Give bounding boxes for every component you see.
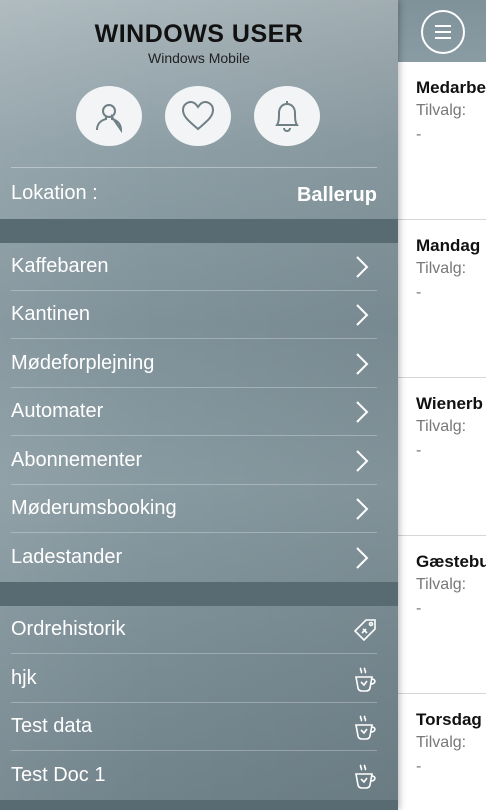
hamburger-menu-button[interactable]	[421, 10, 465, 54]
card-title: Wienerb	[416, 394, 483, 413]
menu-item-moderumsbooking[interactable]: Møderumsbooking	[0, 485, 398, 533]
menu-item-label: Kaffebaren	[11, 255, 109, 277]
card-value: -	[416, 126, 422, 143]
menu-item-automater[interactable]: Automater	[0, 388, 398, 436]
profile-subtitle: Windows Mobile	[148, 50, 250, 66]
coffee-cup-icon	[355, 667, 376, 692]
section-separator	[0, 800, 398, 810]
menu-item-label: hjk	[11, 667, 37, 689]
user-icon	[96, 104, 123, 133]
menu-item-label: Mødeforplejning	[11, 352, 155, 374]
coffee-cup-icon	[355, 764, 376, 789]
menu-item-label: Abonnementer	[11, 449, 143, 471]
menu-item-label: Kantinen	[11, 303, 90, 325]
section-separator	[0, 219, 398, 243]
menu-item-hjk[interactable]: hjk	[0, 655, 398, 703]
menu-item-abonnementer[interactable]: Abonnementer	[0, 437, 398, 485]
location-label: Lokation :	[11, 182, 98, 204]
product-card[interactable]: Torsdag Tilvalg: -	[398, 694, 486, 810]
menu-item-label: Automater	[11, 400, 104, 422]
menu-item-ladestander[interactable]: Ladestander	[0, 534, 398, 582]
chevron-right-icon	[356, 256, 369, 278]
section-separator	[0, 582, 398, 606]
divider	[11, 167, 377, 168]
card-value: -	[416, 284, 422, 301]
card-value: -	[416, 600, 422, 617]
hamburger-line	[435, 37, 451, 39]
card-subtitle: Tilvalg:	[416, 260, 467, 277]
menu-item-label: Møderumsbooking	[11, 497, 177, 519]
divider	[11, 338, 377, 339]
price-tag-icon	[353, 619, 376, 642]
card-value: -	[416, 758, 422, 775]
card-subtitle: Tilvalg:	[416, 734, 467, 751]
menu-item-label: Ordrehistorik	[11, 618, 126, 640]
favorites-button[interactable]	[165, 86, 231, 146]
menu-item-label: Ladestander	[11, 546, 123, 568]
card-subtitle: Tilvalg:	[416, 576, 467, 593]
chevron-right-icon	[356, 450, 369, 472]
navigation-drawer: WINDOWS USER Windows Mobile Lokation : B…	[0, 0, 398, 810]
menu-item-test-data[interactable]: Test data	[0, 703, 398, 751]
card-subtitle: Tilvalg:	[416, 418, 467, 435]
chevron-right-icon	[356, 304, 369, 326]
divider	[11, 532, 377, 533]
chevron-right-icon	[356, 498, 369, 520]
menu-item-kantinen[interactable]: Kantinen	[0, 291, 398, 339]
menu-item-test-doc-1[interactable]: Test Doc 1	[0, 752, 398, 800]
bell-icon	[275, 101, 299, 133]
menu-item-label: Test Doc 1	[11, 764, 106, 786]
divider	[11, 435, 377, 436]
chevron-right-icon	[356, 353, 369, 375]
profile-button[interactable]	[76, 86, 142, 146]
hamburger-line	[435, 31, 451, 33]
menu-item-ordrehistorik[interactable]: Ordrehistorik	[0, 606, 398, 654]
location-value[interactable]: Ballerup	[297, 184, 377, 207]
notifications-button[interactable]	[254, 86, 320, 146]
menu-item-modeforplejning[interactable]: Mødeforplejning	[0, 340, 398, 388]
product-card[interactable]: Gæstebu Tilvalg: -	[398, 536, 486, 694]
card-value: -	[416, 442, 422, 459]
chevron-right-icon	[356, 401, 369, 423]
divider	[11, 653, 377, 654]
card-subtitle: Tilvalg:	[416, 102, 467, 119]
heart-icon	[181, 100, 215, 131]
chevron-right-icon	[356, 547, 369, 569]
menu-item-label: Test data	[11, 715, 93, 737]
card-title: Gæstebu	[416, 552, 486, 571]
divider	[11, 750, 377, 751]
menu-item-kaffebaren[interactable]: Kaffebaren	[0, 243, 398, 291]
card-title: Mandag	[416, 236, 481, 255]
hamburger-line	[435, 25, 451, 27]
product-card[interactable]: Wienerb Tilvalg: -	[398, 378, 486, 536]
profile-name: WINDOWS USER	[94, 20, 304, 48]
coffee-cup-icon	[355, 715, 376, 740]
card-title: Torsdag	[416, 710, 482, 729]
product-card[interactable]: Medarbe Tilvalg: -	[398, 62, 486, 220]
product-card[interactable]: Mandag Tilvalg: -	[398, 220, 486, 378]
card-title: Medarbe	[416, 78, 486, 97]
